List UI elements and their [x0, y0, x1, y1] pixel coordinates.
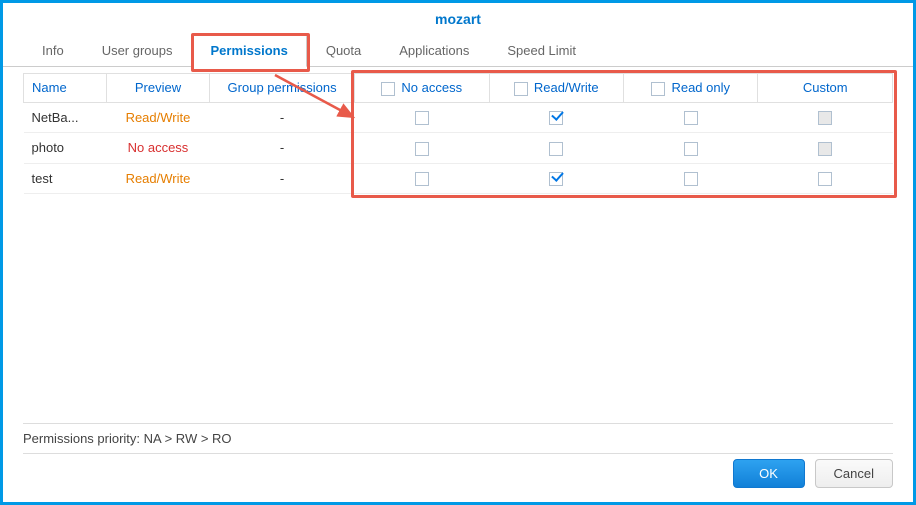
cell-no-access	[355, 133, 489, 164]
cell-read-only	[623, 133, 757, 164]
cell-read-write	[489, 163, 623, 194]
permissions-panel: Name Preview Group permissions No access…	[3, 73, 913, 393]
cell-preview: Read/Write	[106, 102, 209, 133]
permissions-table: Name Preview Group permissions No access…	[23, 73, 893, 194]
checkbox-icon[interactable]	[684, 142, 698, 156]
priority-text: Permissions priority: NA > RW > RO	[23, 431, 232, 446]
checkbox-icon[interactable]	[549, 172, 563, 186]
cell-preview: Read/Write	[106, 163, 209, 194]
dialog-footer: OK Cancel	[733, 459, 893, 488]
checkbox-icon[interactable]	[684, 172, 698, 186]
checkbox-icon[interactable]	[684, 111, 698, 125]
cancel-button[interactable]: Cancel	[815, 459, 893, 488]
cell-name: photo	[24, 133, 107, 164]
ok-button[interactable]: OK	[733, 459, 805, 488]
dialog-title: mozart	[3, 3, 913, 33]
checkbox-icon[interactable]	[415, 142, 429, 156]
cell-no-access	[355, 163, 489, 194]
divider	[23, 453, 893, 454]
cell-custom	[758, 102, 893, 133]
cell-custom	[758, 163, 893, 194]
checkbox-icon[interactable]	[415, 111, 429, 125]
cell-read-write	[489, 133, 623, 164]
cell-no-access	[355, 102, 489, 133]
tab-quota[interactable]: Quota	[307, 34, 380, 67]
cell-name: NetBa...	[24, 102, 107, 133]
col-read-write[interactable]: Read/Write	[489, 74, 623, 103]
dialog-window: mozart InfoUser groupsPermissionsQuotaAp…	[0, 0, 916, 505]
col-name[interactable]: Name	[24, 74, 107, 103]
table-row: photoNo access-	[24, 133, 893, 164]
checkbox-icon[interactable]	[549, 111, 563, 125]
tab-user-groups[interactable]: User groups	[83, 34, 192, 67]
checkbox-icon[interactable]	[514, 82, 528, 96]
table-row: NetBa...Read/Write-	[24, 102, 893, 133]
table-row: testRead/Write-	[24, 163, 893, 194]
cell-group: -	[210, 133, 355, 164]
cell-read-only	[623, 102, 757, 133]
divider	[23, 423, 893, 424]
checkbox-icon[interactable]	[651, 82, 665, 96]
tab-bar: InfoUser groupsPermissionsQuotaApplicati…	[3, 33, 913, 67]
checkbox-icon[interactable]	[549, 142, 563, 156]
col-read-only[interactable]: Read only	[623, 74, 757, 103]
checkbox-icon[interactable]	[381, 82, 395, 96]
checkbox-icon	[818, 142, 832, 156]
tab-info[interactable]: Info	[23, 34, 83, 67]
col-no-access[interactable]: No access	[355, 74, 489, 103]
cell-read-only	[623, 163, 757, 194]
tab-applications[interactable]: Applications	[380, 34, 488, 67]
cell-name: test	[24, 163, 107, 194]
tab-permissions[interactable]: Permissions	[192, 34, 307, 67]
col-group[interactable]: Group permissions	[210, 74, 355, 103]
cell-custom	[758, 133, 893, 164]
checkbox-icon	[818, 111, 832, 125]
cell-read-write	[489, 102, 623, 133]
cell-group: -	[210, 102, 355, 133]
col-preview[interactable]: Preview	[106, 74, 209, 103]
col-custom[interactable]: Custom	[758, 74, 893, 103]
cell-group: -	[210, 163, 355, 194]
checkbox-icon[interactable]	[818, 172, 832, 186]
checkbox-icon[interactable]	[415, 172, 429, 186]
cell-preview: No access	[106, 133, 209, 164]
tab-speed-limit[interactable]: Speed Limit	[488, 34, 595, 67]
